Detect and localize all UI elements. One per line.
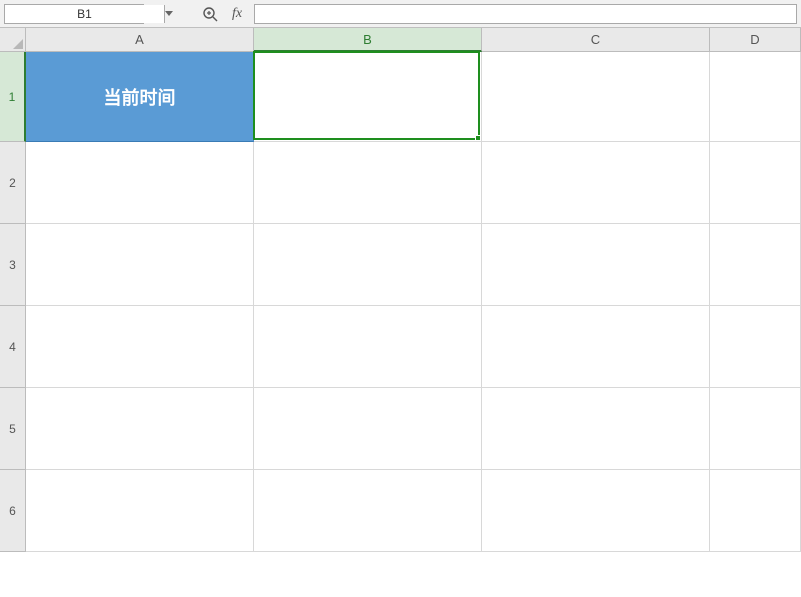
chevron-down-icon bbox=[165, 11, 173, 17]
name-box-input[interactable] bbox=[5, 5, 164, 23]
cell-A1[interactable]: 当前时间 bbox=[26, 52, 254, 142]
cell-B3[interactable] bbox=[254, 224, 482, 306]
cell-A6[interactable] bbox=[26, 470, 254, 552]
formula-bar: fx bbox=[0, 0, 801, 28]
row-header-1[interactable]: 1 bbox=[0, 52, 26, 142]
column-header-C[interactable]: C bbox=[482, 28, 710, 52]
grid-row bbox=[26, 306, 801, 388]
cell-D5[interactable] bbox=[710, 388, 801, 470]
cell-B6[interactable] bbox=[254, 470, 482, 552]
select-all-triangle-icon bbox=[13, 39, 23, 49]
grid-row bbox=[26, 470, 801, 552]
row-header-6[interactable]: 6 bbox=[0, 470, 26, 552]
cell-D6[interactable] bbox=[710, 470, 801, 552]
row-headers: 123456 bbox=[0, 52, 26, 552]
cell-D3[interactable] bbox=[710, 224, 801, 306]
select-all-corner[interactable] bbox=[0, 28, 26, 52]
cells-area[interactable]: 当前时间 bbox=[26, 52, 801, 552]
grid-row: 当前时间 bbox=[26, 52, 801, 142]
cell-C2[interactable] bbox=[482, 142, 710, 224]
cell-C5[interactable] bbox=[482, 388, 710, 470]
cell-B5[interactable] bbox=[254, 388, 482, 470]
grid-row bbox=[26, 224, 801, 306]
cell-C4[interactable] bbox=[482, 306, 710, 388]
row-header-5[interactable]: 5 bbox=[0, 388, 26, 470]
column-headers: ABCD bbox=[26, 28, 801, 52]
cell-D1[interactable] bbox=[710, 52, 801, 142]
column-header-B[interactable]: B bbox=[254, 28, 482, 52]
cell-C3[interactable] bbox=[482, 224, 710, 306]
formula-input[interactable] bbox=[254, 4, 797, 24]
cell-B1[interactable] bbox=[254, 52, 482, 142]
cell-A5[interactable] bbox=[26, 388, 254, 470]
cell-C6[interactable] bbox=[482, 470, 710, 552]
row-header-3[interactable]: 3 bbox=[0, 224, 26, 306]
name-box[interactable] bbox=[4, 4, 144, 24]
spreadsheet-grid: ABCD 123456 当前时间 bbox=[0, 28, 801, 597]
cell-D4[interactable] bbox=[710, 306, 801, 388]
cell-A4[interactable] bbox=[26, 306, 254, 388]
cell-A2[interactable] bbox=[26, 142, 254, 224]
zoom-search-icon[interactable] bbox=[200, 4, 220, 24]
cell-A3[interactable] bbox=[26, 224, 254, 306]
grid-row bbox=[26, 142, 801, 224]
cell-B4[interactable] bbox=[254, 306, 482, 388]
column-header-D[interactable]: D bbox=[710, 28, 801, 52]
column-header-A[interactable]: A bbox=[26, 28, 254, 52]
fx-label[interactable]: fx bbox=[232, 6, 242, 22]
cell-C1[interactable] bbox=[482, 52, 710, 142]
name-box-dropdown[interactable] bbox=[164, 5, 173, 23]
row-header-2[interactable]: 2 bbox=[0, 142, 26, 224]
cell-B2[interactable] bbox=[254, 142, 482, 224]
row-header-4[interactable]: 4 bbox=[0, 306, 26, 388]
cell-D2[interactable] bbox=[710, 142, 801, 224]
grid-row bbox=[26, 388, 801, 470]
